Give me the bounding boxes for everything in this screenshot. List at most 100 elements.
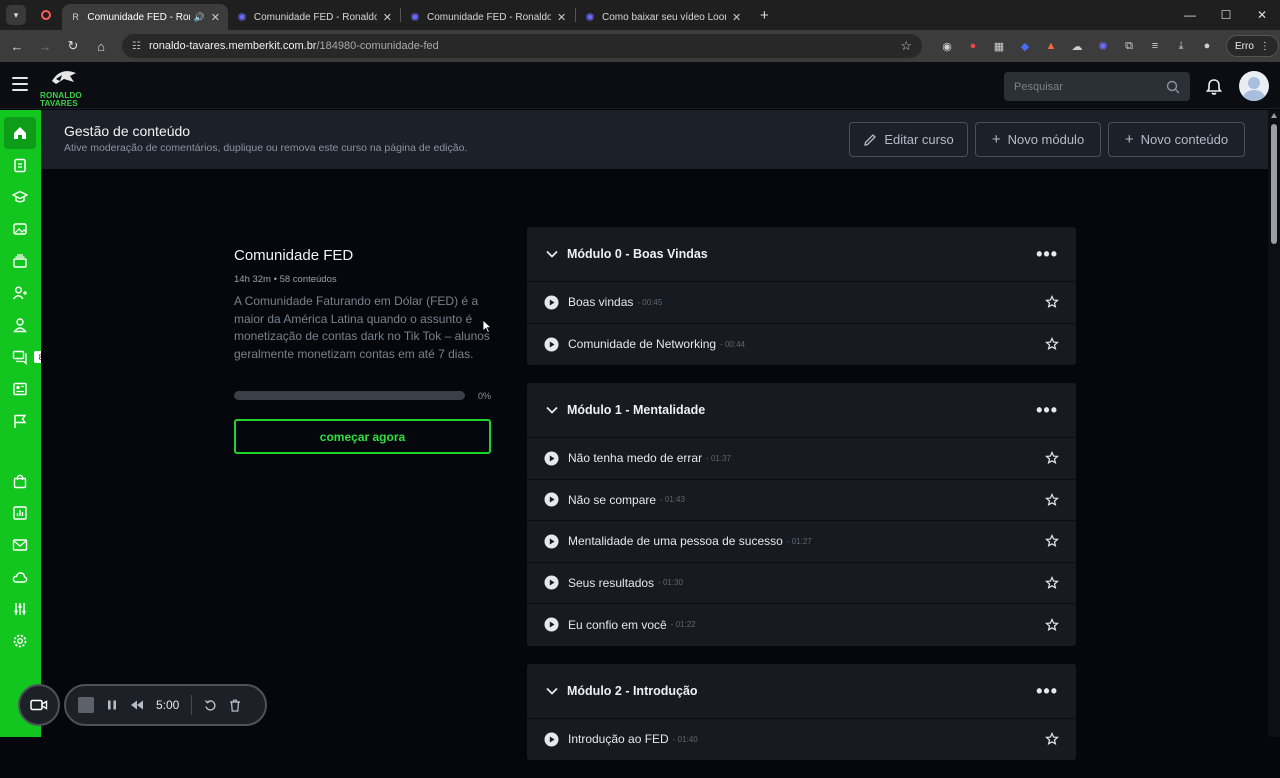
close-tab-icon[interactable]: ✕ — [557, 11, 566, 24]
close-tab-icon[interactable]: ✕ — [732, 11, 741, 24]
puzzle-extension-icon[interactable]: ⧉ — [1116, 36, 1142, 56]
tab-1[interactable]: R Comunidade FED - Ronaldo 🔊 ✕ — [62, 4, 228, 30]
sidebar-item-news[interactable] — [4, 373, 36, 405]
new-tab-icon[interactable]: + — [760, 7, 769, 24]
user-avatar[interactable] — [1239, 71, 1269, 101]
lesson-item[interactable]: Mentalidade de uma pessoa de sucesso - 0… — [527, 521, 1076, 563]
lesson-item[interactable]: Introdução ao FED - 01:40 — [527, 719, 1076, 761]
pause-icon[interactable] — [106, 699, 118, 711]
tab-search-button[interactable]: ▾ — [6, 5, 26, 25]
sidebar-item-add-member[interactable] — [4, 277, 36, 309]
module-header[interactable]: Módulo 2 - Introdução ••• — [527, 664, 1076, 719]
bookmark-star-icon[interactable]: ☆ — [900, 38, 912, 54]
lesson-item[interactable]: Comunidade de Networking - 00:44 — [527, 324, 1076, 366]
star-icon[interactable] — [1045, 337, 1059, 351]
sidebar-item-settings-sliders[interactable] — [4, 593, 36, 625]
stop-recording-button[interactable] — [78, 697, 94, 713]
close-tab-icon[interactable]: ✕ — [211, 11, 220, 24]
search-input[interactable] — [1014, 80, 1166, 93]
sidebar-item-comments[interactable] — [4, 341, 36, 373]
sidebar-item-products[interactable] — [4, 245, 36, 277]
sidebar-item-members[interactable] — [4, 309, 36, 341]
lesson-item[interactable]: Não tenha medo de errar - 01:37 — [527, 438, 1076, 480]
fox-extension-icon[interactable]: ▲ — [1038, 36, 1064, 56]
star-icon[interactable] — [1045, 534, 1059, 548]
media-control-icon[interactable]: ≡ — [1142, 36, 1168, 56]
lesson-item[interactable]: Seus resultados - 01:30 — [527, 563, 1076, 604]
maximize-icon[interactable]: ☐ — [1208, 0, 1244, 30]
page-scrollbar[interactable] — [1268, 110, 1280, 737]
tab-4[interactable]: ✺ Como baixar seu vídeo Loom - ✕ — [576, 4, 750, 30]
start-now-button[interactable]: começar agora — [234, 419, 491, 454]
back-icon[interactable]: ← — [4, 33, 30, 59]
site-info-icon[interactable]: ☷ — [132, 41, 141, 52]
sidebar-item-courses[interactable] — [4, 181, 36, 213]
more-options-icon[interactable]: ••• — [1036, 682, 1058, 700]
tab-2[interactable]: ✺ Comunidade FED - Ronaldo Tav ✕ — [228, 4, 400, 30]
trash-icon[interactable] — [229, 699, 241, 712]
sidebar-item-home[interactable] — [4, 117, 36, 149]
sidebar-item-email[interactable] — [4, 529, 36, 561]
rewind-icon[interactable] — [130, 699, 144, 711]
lesson-title: Mentalidade de uma pessoa de sucesso — [568, 534, 783, 549]
sliders-icon — [14, 603, 26, 615]
star-icon[interactable] — [1045, 295, 1059, 309]
chevron-down-icon[interactable] — [545, 403, 559, 417]
profile-icon[interactable]: ● — [1194, 36, 1220, 56]
more-options-icon[interactable]: ••• — [1036, 245, 1058, 263]
scrollbar-thumb[interactable] — [1271, 124, 1277, 244]
graduation-cap-icon — [12, 190, 28, 203]
search-box[interactable] — [1004, 72, 1190, 101]
menu-icon[interactable] — [12, 77, 28, 91]
sidebar-item-content[interactable] — [4, 149, 36, 181]
gear-icon — [13, 634, 27, 648]
star-icon[interactable] — [1045, 451, 1059, 465]
red-extension-icon[interactable]: ● — [960, 36, 986, 56]
sidebar-item-flags[interactable] — [4, 405, 36, 437]
close-tab-icon[interactable]: ✕ — [383, 11, 392, 24]
speaker-icon[interactable]: 🔊 — [194, 12, 205, 23]
loom-extension-icon[interactable]: ✺ — [1090, 36, 1116, 56]
address-bar[interactable]: ☷ ronaldo-tavares.memberkit.com.br /1849… — [122, 34, 922, 58]
new-content-button[interactable]: + Novo conteúdo — [1108, 122, 1245, 157]
notification-bell-icon[interactable] — [1204, 77, 1224, 97]
module-header[interactable]: Módulo 1 - Mentalidade ••• — [527, 383, 1076, 438]
lesson-item[interactable]: Boas vindas - 00:45 — [527, 282, 1076, 324]
download-icon[interactable]: ⤓ — [1168, 36, 1194, 56]
chevron-down-icon[interactable] — [545, 247, 559, 261]
star-icon[interactable] — [1045, 492, 1059, 507]
sidebar-item-settings[interactable] — [4, 625, 36, 657]
shield-extension-icon[interactable]: ◆ — [1012, 36, 1038, 56]
sidebar-item-store[interactable] — [4, 465, 36, 497]
star-icon[interactable] — [1045, 617, 1059, 632]
camera-toggle-button[interactable] — [18, 684, 60, 726]
scroll-up-icon[interactable] — [1271, 113, 1277, 118]
close-window-icon[interactable]: ✕ — [1244, 0, 1280, 30]
forward-icon[interactable]: → — [32, 33, 58, 59]
edit-course-button[interactable]: Editar curso — [849, 122, 968, 157]
camera-extension-icon[interactable]: ◉ — [934, 36, 960, 56]
lesson-item[interactable]: Eu confio em você - 01:22 — [527, 604, 1076, 646]
restart-icon[interactable] — [204, 699, 217, 712]
sidebar-item-media[interactable] — [4, 213, 36, 245]
home-icon — [14, 127, 26, 139]
module-card: Módulo 2 - Introdução ••• Introdução ao … — [527, 663, 1076, 761]
search-icon[interactable] — [1166, 80, 1180, 94]
ghost-extension-icon[interactable]: ☁ — [1064, 36, 1090, 56]
star-icon[interactable] — [1045, 575, 1059, 590]
sidebar-item-reports[interactable] — [4, 497, 36, 529]
sidebar-item-cloud[interactable] — [4, 561, 36, 593]
chevron-down-icon[interactable] — [545, 684, 559, 698]
module-header[interactable]: Módulo 0 - Boas Vindas ••• — [527, 227, 1076, 282]
reload-icon[interactable]: ↻ — [60, 33, 86, 59]
dev-extension-icon[interactable]: ▦ — [986, 36, 1012, 56]
error-button[interactable]: Erro ⋮ — [1226, 35, 1279, 57]
more-options-icon[interactable]: ••• — [1036, 401, 1058, 419]
new-module-button[interactable]: + Novo módulo — [975, 122, 1101, 157]
star-icon[interactable] — [1045, 732, 1059, 746]
minimize-icon[interactable]: — — [1172, 0, 1208, 30]
home-icon[interactable]: ⌂ — [88, 33, 114, 59]
tab-3[interactable]: ✺ Comunidade FED - Ronaldo Tav ✕ — [401, 4, 575, 30]
site-logo[interactable]: RONALDO TAVARES — [40, 67, 90, 108]
lesson-item[interactable]: Não se compare - 01:43 — [527, 480, 1076, 521]
